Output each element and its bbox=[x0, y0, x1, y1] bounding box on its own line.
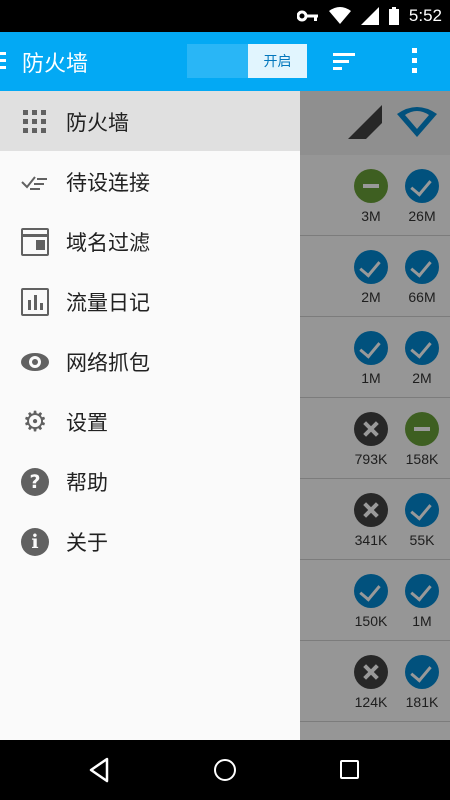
menu-icon[interactable] bbox=[0, 52, 6, 72]
battery-icon bbox=[388, 7, 399, 25]
drawer-item-label: 网络抓包 bbox=[66, 351, 150, 375]
firewall-switch-track[interactable] bbox=[187, 44, 249, 78]
gear-icon: ⚙ bbox=[22, 405, 48, 438]
drawer-item-help[interactable]: ? 帮助 bbox=[0, 451, 300, 511]
drawer-item-packet-capture[interactable]: 网络抓包 bbox=[0, 331, 300, 391]
firewall-switch[interactable]: 开启 bbox=[248, 44, 307, 78]
eye-icon bbox=[21, 348, 49, 376]
drawer-item-settings[interactable]: ⚙ 设置 bbox=[0, 391, 300, 451]
wifi-icon bbox=[328, 7, 351, 24]
domain-icon bbox=[21, 228, 49, 256]
app-bar: 防火墙 开启 bbox=[0, 32, 450, 91]
navigation-drawer: 防火墙 待设连接 域名过滤 流量日记 网络抓包 ⚙ 设置 ? 帮助 i 关于 bbox=[0, 91, 300, 740]
signal-icon bbox=[360, 7, 379, 25]
pending-icon bbox=[21, 168, 49, 196]
back-icon[interactable] bbox=[88, 757, 110, 783]
drawer-item-label: 帮助 bbox=[66, 471, 108, 495]
drawer-item-traffic-log[interactable]: 流量日记 bbox=[0, 271, 300, 331]
app-title: 防火墙 bbox=[22, 52, 89, 77]
help-icon: ? bbox=[21, 468, 49, 496]
home-icon[interactable] bbox=[214, 759, 236, 781]
key-icon bbox=[296, 10, 318, 22]
sort-icon[interactable] bbox=[330, 48, 360, 76]
system-nav-bar bbox=[0, 740, 450, 800]
status-time: 5:52 bbox=[408, 6, 442, 25]
drawer-item-label: 流量日记 bbox=[66, 291, 150, 315]
more-vert-icon[interactable] bbox=[400, 46, 430, 76]
recents-icon[interactable] bbox=[340, 760, 359, 779]
info-icon: i bbox=[21, 528, 49, 556]
drawer-item-pending[interactable]: 待设连接 bbox=[0, 151, 300, 211]
drawer-item-label: 设置 bbox=[66, 411, 108, 435]
drawer-item-label: 域名过滤 bbox=[66, 231, 150, 255]
drawer-item-about[interactable]: i 关于 bbox=[0, 511, 300, 571]
drawer-item-label: 防火墙 bbox=[66, 111, 129, 135]
drawer-scrim[interactable] bbox=[300, 91, 450, 740]
apps-icon bbox=[21, 108, 49, 136]
drawer-item-firewall[interactable]: 防火墙 bbox=[0, 91, 300, 151]
drawer-item-domain-filter[interactable]: 域名过滤 bbox=[0, 211, 300, 271]
drawer-item-label: 待设连接 bbox=[66, 171, 150, 195]
drawer-item-label: 关于 bbox=[66, 531, 108, 555]
log-icon bbox=[21, 288, 49, 316]
status-bar: 5:52 bbox=[0, 0, 450, 32]
